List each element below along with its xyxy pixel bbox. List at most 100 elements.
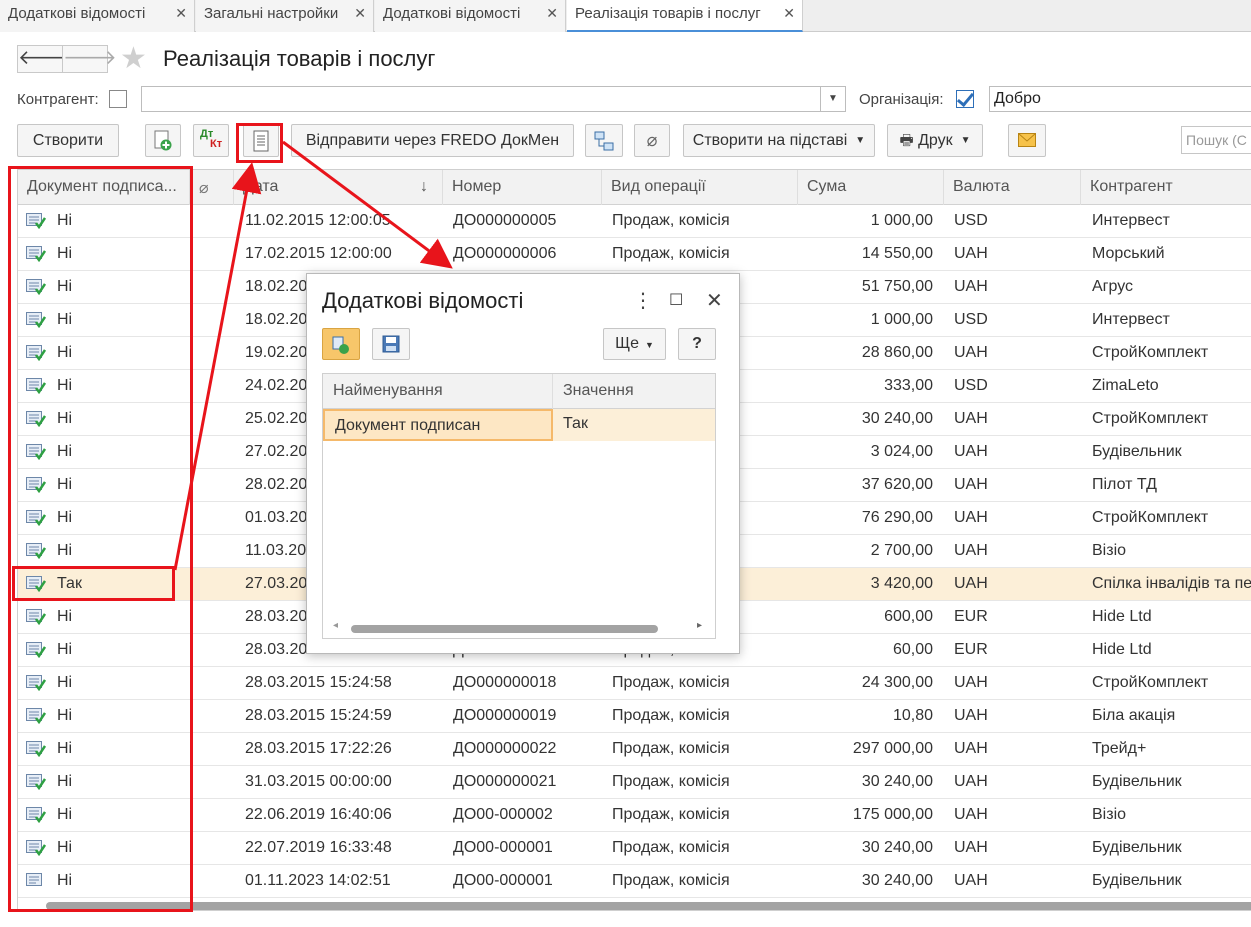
sum-cell[interactable]: 10,80 — [798, 700, 933, 733]
col-name[interactable]: Найменування — [323, 374, 553, 409]
number-cell[interactable]: ДО000000018 — [453, 667, 603, 700]
number-cell[interactable]: ДО00-000002 — [453, 799, 603, 832]
date-cell[interactable]: 22.07.2019 16:33:48 — [245, 832, 441, 865]
op-cell[interactable]: Продаж, комісія — [612, 700, 798, 733]
op-cell[interactable]: Продаж, комісія — [612, 832, 798, 865]
op-cell[interactable]: Продаж, комісія — [612, 799, 798, 832]
kontragent-checkbox[interactable] — [109, 90, 127, 108]
table-row[interactable]: Ні 17.02.2015 12:00:00 ДО000000006 Продаж, … — [18, 238, 1251, 271]
date-cell[interactable]: 22.06.2019 16:40:06 — [245, 799, 441, 832]
number-cell[interactable]: ДО00-000001 — [453, 832, 603, 865]
cur-cell[interactable]: UAH — [954, 667, 1074, 700]
sum-cell[interactable]: 333,00 — [798, 370, 933, 403]
op-cell[interactable]: Продаж, комісія — [612, 667, 798, 700]
kontr-cell[interactable]: Hide Ltd — [1092, 634, 1251, 667]
sum-cell[interactable]: 60,00 — [798, 634, 933, 667]
date-cell[interactable]: 11.02.2015 12:00:05 — [245, 205, 441, 238]
cur-cell[interactable]: USD — [954, 370, 1074, 403]
kontr-cell[interactable]: Пілот ТД — [1092, 469, 1251, 502]
date-cell[interactable]: 28.03.2015 17:22:26 — [245, 733, 441, 766]
date-cell[interactable]: 28.03.2015 15:24:59 — [245, 700, 441, 733]
maximize-icon[interactable]: ☐ — [669, 290, 683, 310]
cur-cell[interactable]: UAH — [954, 337, 1074, 370]
date-cell[interactable]: 17.02.2015 12:00:00 — [245, 238, 441, 271]
table-row[interactable]: Ні 01.11.2023 14:02:51 ДО00-000001 Продаж, … — [18, 865, 1251, 898]
sum-cell[interactable]: 30 240,00 — [798, 766, 933, 799]
scroll-left-icon[interactable]: ◂ — [333, 620, 338, 631]
tab-dodatkovi-2[interactable]: Додаткові відомості ✕ — [375, 0, 566, 32]
sum-cell[interactable]: 2 700,00 — [798, 535, 933, 568]
cur-cell[interactable]: UAH — [954, 700, 1074, 733]
date-cell[interactable]: 28.03.2015 15:24:58 — [245, 667, 441, 700]
sum-cell[interactable]: 297 000,00 — [798, 733, 933, 766]
cur-cell[interactable]: UAH — [954, 799, 1074, 832]
kontr-cell[interactable]: Трейд+ — [1092, 733, 1251, 766]
cur-cell[interactable]: USD — [954, 205, 1074, 238]
cur-cell[interactable]: UAH — [954, 568, 1074, 601]
number-cell[interactable]: ДО000000005 — [453, 205, 603, 238]
op-cell[interactable]: Продаж, комісія — [612, 205, 798, 238]
attachment-button[interactable]: ⌀ — [634, 124, 670, 157]
op-cell[interactable]: Продаж, комісія — [612, 238, 798, 271]
sum-cell[interactable]: 14 550,00 — [798, 238, 933, 271]
sum-cell[interactable]: 30 240,00 — [798, 832, 933, 865]
dialog-select-button[interactable] — [322, 328, 360, 360]
sum-cell[interactable]: 600,00 — [798, 601, 933, 634]
create-button[interactable]: Створити — [17, 124, 119, 157]
copy-create-button[interactable] — [145, 124, 181, 157]
kontr-cell[interactable]: Будівельник — [1092, 436, 1251, 469]
sum-cell[interactable]: 3 024,00 — [798, 436, 933, 469]
date-cell[interactable]: 31.03.2015 00:00:00 — [245, 766, 441, 799]
col-date[interactable]: Дата ↓ — [234, 170, 443, 205]
kontr-cell[interactable]: Візіо — [1092, 799, 1251, 832]
cur-cell[interactable]: UAH — [954, 733, 1074, 766]
table-row[interactable]: Ні 22.07.2019 16:33:48 ДО00-000001 Продаж, … — [18, 832, 1251, 865]
kontr-cell[interactable]: Интервест — [1092, 205, 1251, 238]
cur-cell[interactable]: EUR — [954, 601, 1074, 634]
back-button[interactable]: 🡐 — [17, 45, 72, 73]
kontr-cell[interactable]: Будівельник — [1092, 766, 1251, 799]
create-based-button[interactable]: Створити на підставі ▼ — [683, 124, 875, 157]
cur-cell[interactable]: EUR — [954, 634, 1074, 667]
sum-cell[interactable]: 175 000,00 — [798, 799, 933, 832]
dialog-menu-icon[interactable]: ⋮ — [633, 288, 653, 313]
close-icon[interactable]: ✕ — [546, 5, 558, 22]
close-icon[interactable]: ✕ — [706, 288, 723, 313]
kontr-cell[interactable]: Агрус — [1092, 271, 1251, 304]
sum-cell[interactable]: 1 000,00 — [798, 205, 933, 238]
cur-cell[interactable]: UAH — [954, 502, 1074, 535]
tab-realizatsiya[interactable]: Реалізація товарів і послуг ✕ — [567, 0, 803, 32]
kontragent-dropdown-button[interactable]: ▼ — [820, 86, 846, 112]
property-value-cell[interactable]: Так — [553, 409, 715, 441]
sum-cell[interactable]: 76 290,00 — [798, 502, 933, 535]
kontr-cell[interactable]: Спілка інвалідів та пе... — [1092, 568, 1251, 601]
op-cell[interactable]: Продаж, комісія — [612, 865, 798, 898]
col-attachment[interactable]: ⌀ — [190, 170, 234, 205]
table-row[interactable]: Ні 11.02.2015 12:00:05 ДО000000005 Продаж, … — [18, 205, 1251, 238]
table-row[interactable]: Ні 22.06.2019 16:40:06 ДО00-000002 Продаж, … — [18, 799, 1251, 832]
kontr-cell[interactable]: СтройКомплект — [1092, 502, 1251, 535]
sum-cell[interactable]: 28 860,00 — [798, 337, 933, 370]
table-row[interactable]: Ні 28.03.2015 15:24:58 ДО000000018 Продаж, … — [18, 667, 1251, 700]
organization-field[interactable]: Добро — [989, 86, 1251, 112]
cur-cell[interactable]: UAH — [954, 271, 1074, 304]
kontr-cell[interactable]: Будівельник — [1092, 865, 1251, 898]
number-cell[interactable]: ДО000000021 — [453, 766, 603, 799]
cur-cell[interactable]: UAH — [954, 238, 1074, 271]
horizontal-scrollbar[interactable] — [46, 902, 1251, 910]
send-fredo-button[interactable]: Відправити через FREDO ДокМен — [291, 124, 574, 157]
dialog-horizontal-scrollbar[interactable] — [351, 625, 658, 633]
dialog-more-button[interactable]: Ще ▼ — [603, 328, 666, 360]
kontr-cell[interactable]: Біла акація — [1092, 700, 1251, 733]
number-cell[interactable]: ДО000000022 — [453, 733, 603, 766]
cur-cell[interactable]: UAH — [954, 766, 1074, 799]
kontr-cell[interactable]: Будівельник — [1092, 832, 1251, 865]
dialog-save-button[interactable] — [372, 328, 410, 360]
kontr-cell[interactable]: Hide Ltd — [1092, 601, 1251, 634]
op-cell[interactable]: Продаж, комісія — [612, 766, 798, 799]
op-cell[interactable]: Продаж, комісія — [612, 733, 798, 766]
tab-dodatkovi-1[interactable]: Додаткові відомості ✕ — [0, 0, 195, 32]
print-button[interactable]: 🖶 Друк ▼ — [887, 124, 983, 157]
sum-cell[interactable]: 37 620,00 — [798, 469, 933, 502]
col-kontragent[interactable]: Контрагент — [1081, 170, 1251, 205]
